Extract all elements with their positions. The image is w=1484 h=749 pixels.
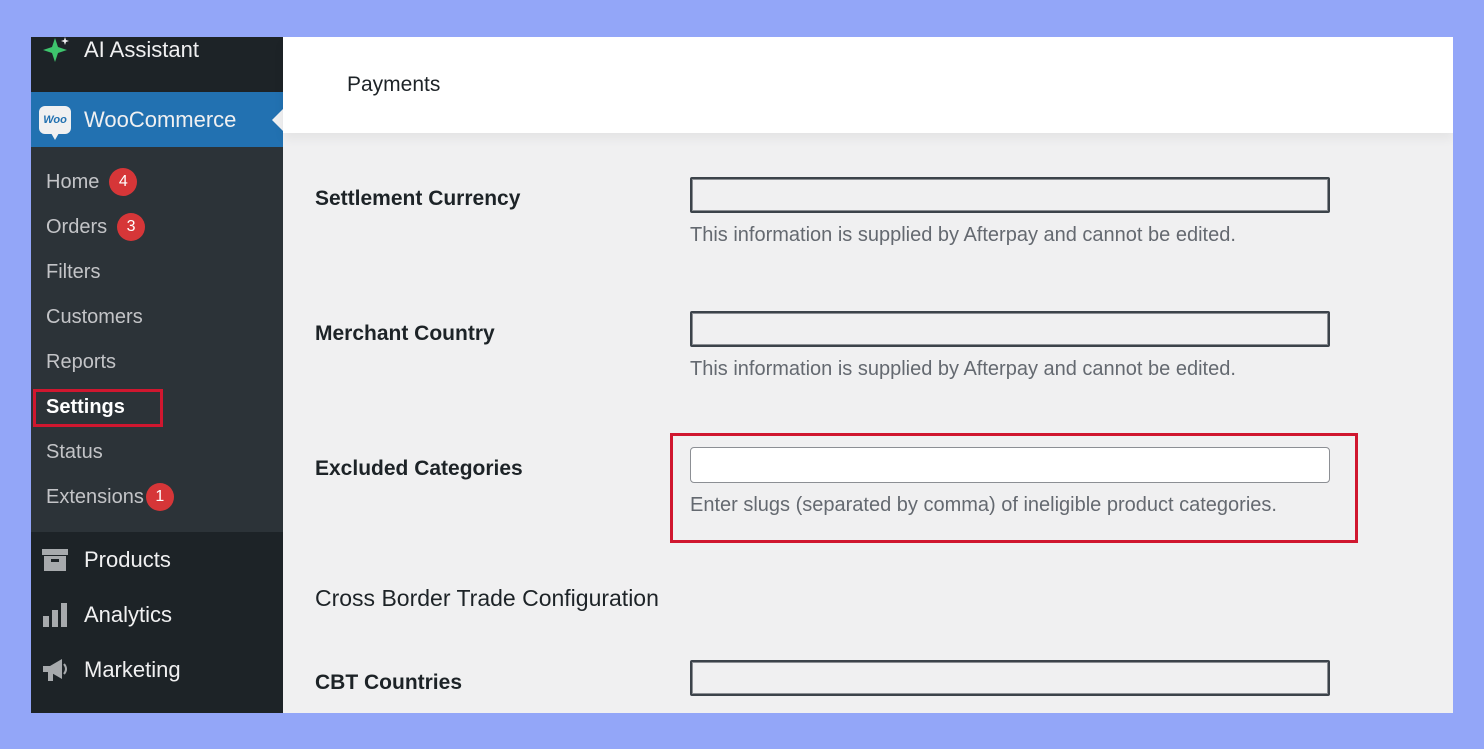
page-title: Payments [347, 73, 441, 96]
cbt-countries-label: CBT Countries [315, 671, 462, 694]
sidebar-item-label: Marketing [84, 657, 181, 682]
submenu-item-label: Status [46, 440, 103, 463]
notification-badge: 1 [145, 483, 174, 511]
settlement-currency-label: Settlement Currency [315, 187, 521, 210]
bar-chart-icon [39, 599, 71, 631]
submenu-item-filters[interactable]: Filters [46, 257, 100, 287]
sidebar-item-label: WooCommerce [84, 106, 237, 132]
excluded-categories-highlight-box [670, 433, 1358, 543]
section-heading-cross-border: Cross Border Trade Configuration [315, 585, 659, 611]
cbt-countries-field [690, 660, 1330, 696]
sidebar-item-products[interactable]: Products [31, 537, 283, 583]
settings-highlight-box [33, 389, 163, 427]
submenu-item-label: Orders [46, 215, 108, 238]
sidebar-item-label: AI Assistant [84, 37, 199, 62]
wp-admin-window: AI Assistant Woo WooCommerce Home 4 Orde… [31, 37, 1453, 713]
submenu-item-label: Extensions [46, 485, 144, 508]
megaphone-icon [39, 654, 71, 686]
sparkle-icon [39, 37, 71, 66]
submenu-item-label: Reports [46, 350, 117, 373]
submenu-item-label: Customers [46, 305, 143, 328]
merchant-country-description: This information is supplied by Afterpay… [690, 358, 1236, 380]
sidebar-item-analytics[interactable]: Analytics [31, 592, 283, 638]
settlement-currency-description: This information is supplied by Afterpay… [690, 224, 1236, 246]
archive-icon [39, 544, 71, 576]
sidebar-item-label: Analytics [84, 602, 173, 627]
woo-logo: Woo [39, 105, 71, 140]
woocommerce-submenu: Home 4 Orders 3 Filters Customers Report… [31, 147, 283, 532]
notification-badge: 3 [117, 213, 146, 241]
merchant-country-field [690, 311, 1330, 347]
submenu-item-orders[interactable]: Orders 3 [46, 212, 146, 242]
sidebar-item-woocommerce[interactable]: Woo WooCommerce [31, 92, 283, 147]
merchant-country-label: Merchant Country [315, 322, 495, 345]
submenu-item-customers[interactable]: Customers [46, 302, 143, 332]
submenu-item-reports[interactable]: Reports [46, 347, 116, 377]
submenu-item-home[interactable]: Home 4 [46, 167, 138, 197]
sidebar-item-label: Products [84, 547, 171, 572]
excluded-categories-label: Excluded Categories [315, 457, 523, 480]
sidebar-item-ai-assistant[interactable]: AI Assistant [31, 37, 283, 73]
settlement-currency-field [690, 177, 1330, 213]
submenu-item-extensions[interactable]: Extensions 1 [46, 482, 174, 512]
sidebar-item-marketing[interactable]: Marketing [31, 647, 283, 693]
woocommerce-logo-icon: Woo [39, 104, 71, 140]
submenu-item-status[interactable]: Status [46, 437, 103, 467]
submenu-item-label: Filters [46, 260, 101, 283]
admin-sidebar: AI Assistant Woo WooCommerce Home 4 Orde… [31, 37, 283, 713]
page-header: Payments [283, 37, 1453, 133]
notification-badge: 4 [109, 168, 138, 196]
submenu-item-label: Home [46, 170, 100, 193]
